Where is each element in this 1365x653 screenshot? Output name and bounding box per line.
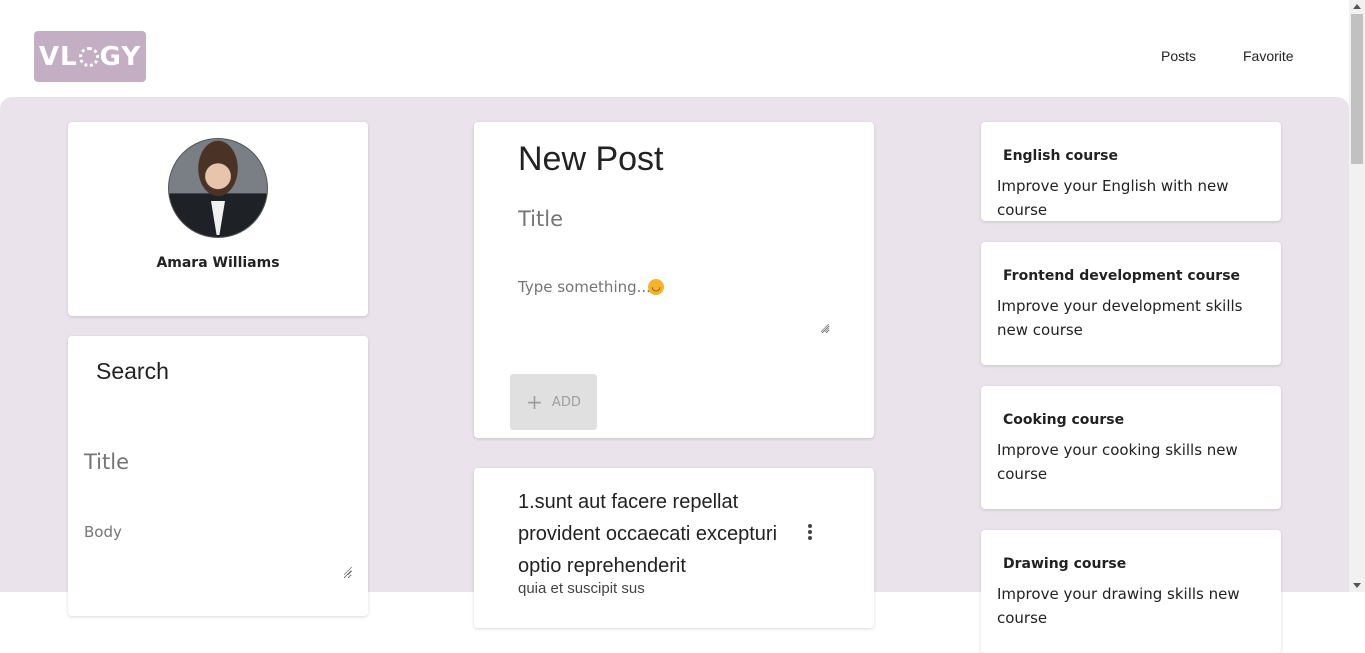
course-description: Improve your cooking skills new course [997, 441, 1238, 483]
course-title: Frontend development course [1003, 268, 1241, 284]
search-body-field[interactable] [84, 523, 352, 579]
course-title: Cooking course [1003, 412, 1125, 428]
post-title-input[interactable] [518, 207, 838, 231]
new-post-card: New Post ◡ + ADD [474, 122, 874, 438]
post-body: quia et suscipit sus [518, 580, 645, 597]
avatar [168, 138, 268, 238]
nav-posts-link[interactable]: Posts [1161, 48, 1196, 64]
course-card[interactable]: Frontend development course Improve your… [981, 242, 1281, 365]
plus-icon: + [526, 390, 543, 414]
vlogy-logo[interactable]: VL GY [34, 31, 146, 82]
new-post-heading: New Post [518, 140, 664, 178]
profile-name: Amara Williams [156, 255, 280, 271]
post-title: 1.sunt aut facere repellat provident occ… [518, 491, 778, 577]
profile-card: Amara Williams [68, 122, 368, 316]
search-heading: Search [96, 358, 169, 384]
page-scrollbar[interactable] [1349, 0, 1365, 592]
logo-ring-icon [78, 46, 99, 67]
scrollbar-thumb[interactable] [1351, 14, 1363, 164]
post-item: 1.sunt aut facere repellat provident occ… [474, 468, 874, 628]
scroll-down-icon[interactable] [1353, 583, 1361, 588]
resize-grip-icon[interactable] [821, 324, 829, 332]
course-description: Improve your drawing skills new course [997, 585, 1240, 627]
add-button-label: ADD [551, 394, 581, 410]
app-header: VL GY Posts Favorite [0, 0, 1349, 97]
course-description: Improve your English with new course [997, 177, 1229, 219]
course-title: Drawing course [1003, 556, 1127, 572]
main-content: Amara Williams Search New Post ◡ + ADD 1… [0, 97, 1349, 653]
nav-favorite-link[interactable]: Favorite [1243, 48, 1294, 64]
smile-emoji-icon: ◡ [648, 279, 664, 295]
add-post-button[interactable]: + ADD [510, 374, 597, 430]
scroll-up-icon[interactable] [1353, 4, 1361, 9]
search-card: Search [68, 336, 368, 616]
course-title: English course [1003, 148, 1118, 164]
course-description: Improve your development skills new cour… [997, 297, 1243, 339]
course-card[interactable]: Cooking course Improve your cooking skil… [981, 386, 1281, 509]
more-vert-icon[interactable] [807, 523, 813, 541]
post-body-field[interactable] [518, 278, 830, 334]
resize-grip-icon[interactable] [344, 567, 352, 575]
course-card[interactable]: English course Improve your English with… [981, 122, 1281, 221]
search-title-input[interactable] [84, 450, 344, 474]
